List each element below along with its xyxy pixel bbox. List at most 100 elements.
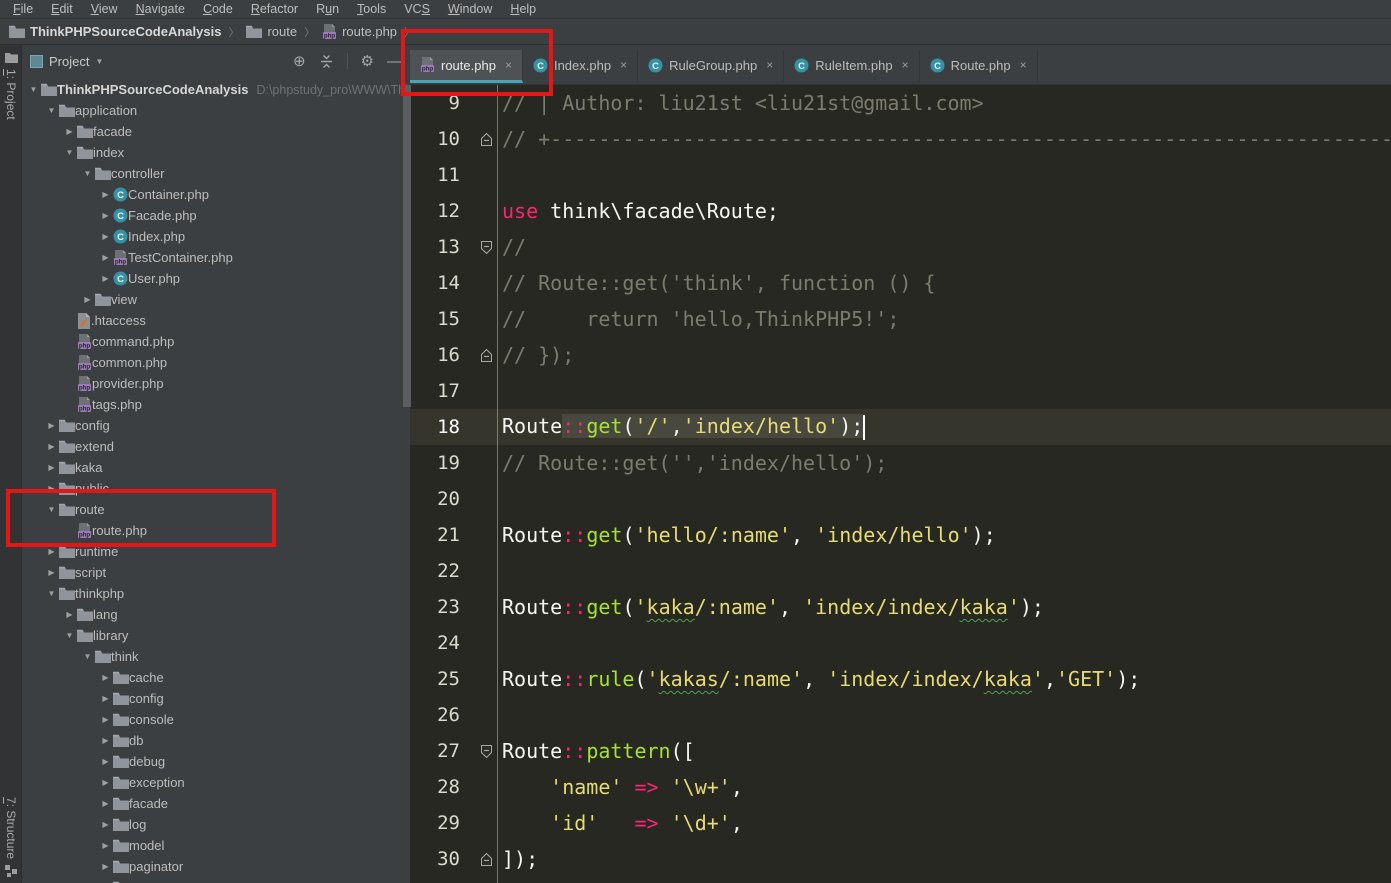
code-text[interactable]: // +------------------------------------…	[502, 127, 1391, 151]
hide-icon[interactable]: —	[387, 54, 402, 69]
tree-item-common-php[interactable]: phpcommon.php	[22, 352, 410, 373]
close-icon[interactable]: ×	[620, 58, 627, 72]
tab-route-php[interactable]: CRoute.php×	[920, 50, 1038, 83]
fold-marker-icon[interactable]	[470, 852, 502, 867]
menu-item-tools[interactable]: Tools	[348, 2, 395, 16]
tree-item-index[interactable]: ▼index	[22, 142, 410, 163]
tree-item-route[interactable]: ▼route	[22, 499, 410, 520]
tree-expand-closed-icon[interactable]: ▶	[98, 232, 113, 241]
tree-expand-closed-icon[interactable]: ▶	[62, 610, 77, 619]
tree-item-debug[interactable]: ▶debug	[22, 751, 410, 772]
tree-expand-closed-icon[interactable]: ▶	[98, 841, 113, 850]
tree-expand-closed-icon[interactable]: ▶	[98, 673, 113, 682]
code-text[interactable]: Route::get('hello/:name', 'index/hello')…	[502, 523, 1391, 547]
code-text[interactable]: // Route::get('think', function () {	[502, 271, 1391, 295]
tree-item-container-php[interactable]: ▶CContainer.php	[22, 184, 410, 205]
tree-scrollbar[interactable]	[403, 85, 411, 407]
tree-item-exception[interactable]: ▶exception	[22, 772, 410, 793]
code-line-22[interactable]: 22	[410, 553, 1391, 589]
menu-item-code[interactable]: Code	[194, 2, 242, 16]
tree-expand-open-icon[interactable]: ▼	[62, 631, 77, 640]
tree-expand-closed-icon[interactable]: ▶	[44, 463, 59, 472]
tree-item-kaka[interactable]: ▶kaka	[22, 457, 410, 478]
tree-item-config[interactable]: ▶config	[22, 415, 410, 436]
tree-item-log[interactable]: ▶log	[22, 814, 410, 835]
tree-item-script[interactable]: ▶script	[22, 562, 410, 583]
locate-icon[interactable]: ⊕	[293, 54, 306, 69]
tree-item-index-php[interactable]: ▶CIndex.php	[22, 226, 410, 247]
code-line-12[interactable]: 12use think\facade\Route;	[410, 193, 1391, 229]
code-line-15[interactable]: 15// return 'hello,ThinkPHP5!';	[410, 301, 1391, 337]
tree-expand-closed-icon[interactable]: ▶	[44, 442, 59, 451]
tree-expand-closed-icon[interactable]: ▶	[44, 568, 59, 577]
menu-item-edit[interactable]: Edit	[42, 2, 82, 16]
tree-expand-closed-icon[interactable]: ▶	[98, 211, 113, 220]
tree-item-console[interactable]: ▶console	[22, 709, 410, 730]
tree-item-item[interactable]: ▶	[22, 877, 410, 883]
menu-item-help[interactable]: Help	[501, 2, 545, 16]
code-text[interactable]: use think\facade\Route;	[502, 199, 1391, 223]
tree-item-db[interactable]: ▶db	[22, 730, 410, 751]
close-icon[interactable]: ×	[505, 58, 512, 72]
tree-item-runtime[interactable]: ▶runtime	[22, 541, 410, 562]
code-line-9[interactable]: 9// | Author: liu21st <liu21st@gmail.com…	[410, 85, 1391, 121]
breadcrumb-item-route[interactable]: route	[246, 24, 297, 39]
tree-item-htaccess[interactable]: .htaccess	[22, 310, 410, 331]
code-line-28[interactable]: 28 'name' => '\w+',	[410, 769, 1391, 805]
code-text[interactable]: Route::get('kaka/:name', 'index/index/ka…	[502, 595, 1391, 619]
tree-expand-closed-icon[interactable]: ▶	[98, 778, 113, 787]
code-line-29[interactable]: 29 'id' => '\d+',	[410, 805, 1391, 841]
tree-item-thinkphp[interactable]: ▼thinkphp	[22, 583, 410, 604]
tree-expand-closed-icon[interactable]: ▶	[98, 715, 113, 724]
code-line-18[interactable]: 18Route::get('/','index/hello');	[410, 409, 1391, 445]
toolwindow-project-button[interactable]: 1: Project	[0, 51, 22, 120]
menu-item-vcs[interactable]: VCS	[395, 2, 439, 16]
menu-item-run[interactable]: Run	[307, 2, 348, 16]
tab-ruleitem-php[interactable]: CRuleItem.php×	[784, 50, 919, 83]
tree-expand-open-icon[interactable]: ▼	[44, 106, 59, 115]
tree-item-user-php[interactable]: ▶CUser.php	[22, 268, 410, 289]
tree-expand-open-icon[interactable]: ▼	[26, 85, 41, 94]
code-text[interactable]: // });	[502, 343, 1391, 367]
code-text[interactable]: Route::pattern([	[502, 739, 1391, 763]
tab-rulegroup-php[interactable]: CRuleGroup.php×	[638, 50, 784, 83]
code-line-19[interactable]: 19// Route::get('','index/hello');	[410, 445, 1391, 481]
breadcrumb-item-route-php[interactable]: phproute.php	[322, 24, 397, 40]
tree-expand-closed-icon[interactable]: ▶	[44, 547, 59, 556]
menu-item-file[interactable]: File	[4, 2, 42, 16]
tab-index-php[interactable]: CIndex.php×	[523, 50, 638, 83]
code-text[interactable]: // return 'hello,ThinkPHP5!';	[502, 307, 1391, 331]
tree-expand-closed-icon[interactable]: ▶	[98, 253, 113, 262]
menu-item-view[interactable]: View	[82, 2, 127, 16]
collapse-all-icon[interactable]	[319, 54, 334, 69]
tree-expand-open-icon[interactable]: ▼	[62, 148, 77, 157]
code-text[interactable]: Route::rule('kakas/:name', 'index/index/…	[502, 667, 1391, 691]
tree-item-facade-php[interactable]: ▶CFacade.php	[22, 205, 410, 226]
tree-expand-closed-icon[interactable]: ▶	[98, 820, 113, 829]
code-line-14[interactable]: 14// Route::get('think', function () {	[410, 265, 1391, 301]
code-line-30[interactable]: 30]);	[410, 841, 1391, 877]
code-line-16[interactable]: 16// });	[410, 337, 1391, 373]
tree-item-model[interactable]: ▶model	[22, 835, 410, 856]
project-panel-title[interactable]: Project	[49, 54, 89, 69]
menu-item-refactor[interactable]: Refactor	[242, 2, 307, 16]
code-text[interactable]: //	[502, 235, 1391, 259]
close-icon[interactable]: ×	[1020, 58, 1027, 72]
tree-item-lang[interactable]: ▶lang	[22, 604, 410, 625]
fold-marker-icon[interactable]	[470, 132, 502, 147]
tree-item-public[interactable]: ▶public	[22, 478, 410, 499]
toolwindow-structure-button[interactable]: 7: Structure	[0, 797, 22, 877]
fold-marker-icon[interactable]	[470, 240, 502, 255]
tree-expand-open-icon[interactable]: ▼	[44, 505, 59, 514]
tree-expand-closed-icon[interactable]: ▶	[98, 757, 113, 766]
tree-expand-closed-icon[interactable]: ▶	[98, 799, 113, 808]
code-line-17[interactable]: 17	[410, 373, 1391, 409]
chevron-down-icon[interactable]: ▼	[95, 57, 103, 66]
tree-expand-closed-icon[interactable]: ▶	[44, 421, 59, 430]
tree-item-tags-php[interactable]: phptags.php	[22, 394, 410, 415]
tab-route-php[interactable]: phproute.php×	[410, 50, 523, 83]
tree-expand-closed-icon[interactable]: ▶	[80, 295, 95, 304]
tree-expand-open-icon[interactable]: ▼	[80, 169, 95, 178]
tree-item-config[interactable]: ▶config	[22, 688, 410, 709]
fold-marker-icon[interactable]	[470, 348, 502, 363]
